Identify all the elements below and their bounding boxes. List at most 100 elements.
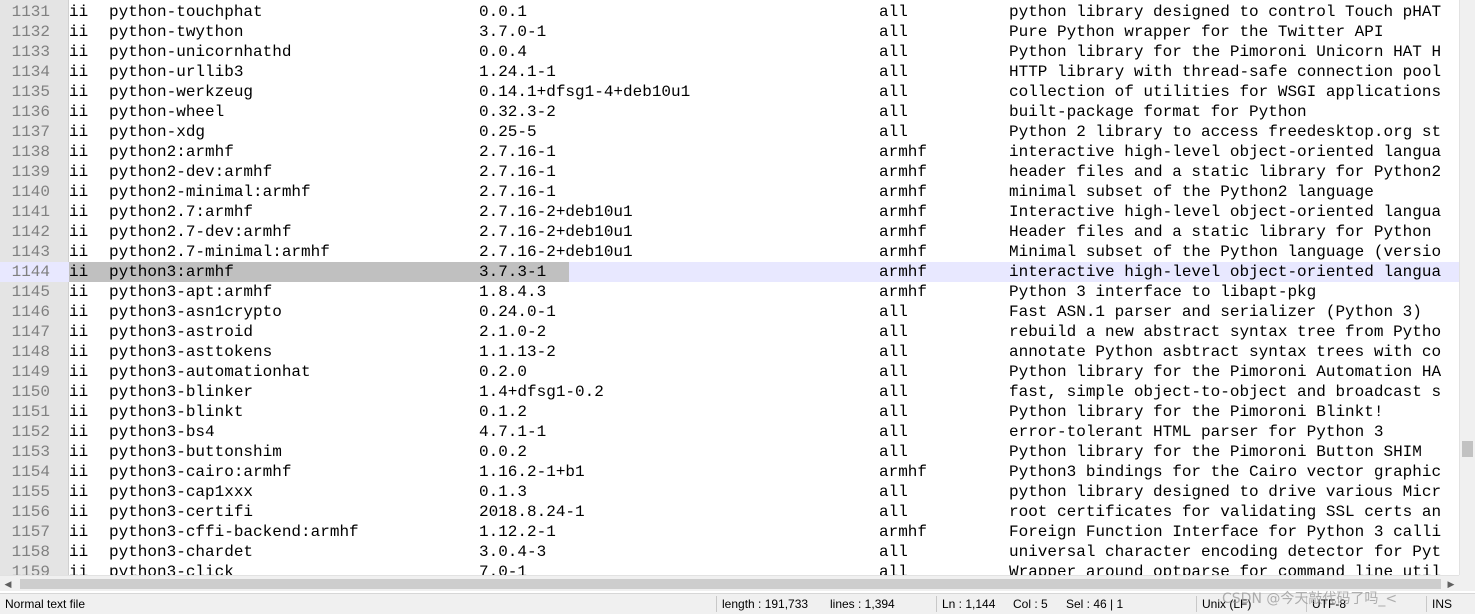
package-status: ii <box>69 283 89 301</box>
package-arch: all <box>879 383 908 401</box>
text-line[interactable]: 1148 ii python3-asttokens 1.1.13-2 all annota… <box>0 342 1460 362</box>
package-arch: armhf <box>879 143 928 161</box>
package-version: 0.32.3-2 <box>479 103 556 121</box>
text-line[interactable]: 1133 ii python-unicornhathd 0.0.4 all Python … <box>0 42 1460 62</box>
package-description: Interactive high-level object-oriented l… <box>1009 203 1442 221</box>
package-status: ii <box>69 3 89 21</box>
package-description: Foreign Function Interface for Python 3 … <box>1009 523 1442 541</box>
package-description: fast, simple object-to-object and broadc… <box>1009 383 1442 401</box>
package-arch: all <box>879 43 908 61</box>
package-status: ii <box>69 263 89 281</box>
text-line[interactable]: 1156 ii python3-certifi 2018.8.24-1 all root … <box>0 502 1460 522</box>
package-description: error-tolerant HTML parser for Python 3 <box>1009 423 1384 441</box>
package-arch: armhf <box>879 263 928 281</box>
package-arch: armhf <box>879 463 928 481</box>
package-name: python2.7-minimal:armhf <box>109 243 330 261</box>
package-status: ii <box>69 463 89 481</box>
package-arch: armhf <box>879 283 928 301</box>
package-version: 0.0.1 <box>479 3 528 21</box>
text-line[interactable]: 1140 ii python2-minimal:armhf 2.7.16-1 armhf… <box>0 182 1460 202</box>
package-description: interactive high-level object-oriented l… <box>1009 143 1442 161</box>
text-line[interactable]: 1159 ii python3-click 7.0-1 all Wrapper aroun… <box>0 562 1460 575</box>
package-description: Wrapper around optparse for command line… <box>1009 563 1442 575</box>
package-description: Python 3 interface to libapt-pkg <box>1009 283 1317 301</box>
package-status: ii <box>69 103 89 121</box>
package-name: python3-cairo:armhf <box>109 463 292 481</box>
package-arch: all <box>879 363 908 381</box>
line-number: 1141 <box>11 203 50 221</box>
status-insert-mode[interactable]: INS <box>1432 594 1452 614</box>
text-line[interactable]: 1149 ii python3-automationhat 0.2.0 all Pytho… <box>0 362 1460 382</box>
vertical-scrollbar[interactable] <box>1459 0 1475 575</box>
text-line[interactable]: 1158 ii python3-chardet 3.0.4-3 all universal… <box>0 542 1460 562</box>
package-arch: all <box>879 563 908 575</box>
package-status: ii <box>69 243 89 261</box>
text-line[interactable]: 1137 ii python-xdg 0.25-5 all Python 2 librar… <box>0 122 1460 142</box>
status-lines: lines : 1,394 <box>830 597 895 611</box>
package-name: python-xdg <box>109 123 206 141</box>
text-line[interactable]: 1155 ii python3-cap1xxx 0.1.3 all python libr… <box>0 482 1460 502</box>
text-line[interactable]: 1143 ii python2.7-minimal:armhf 2.7.16-2+de… <box>0 242 1460 262</box>
package-version: 0.0.2 <box>479 443 528 461</box>
package-status: ii <box>69 23 89 41</box>
line-number: 1143 <box>11 243 50 261</box>
package-status: ii <box>69 83 89 101</box>
line-number: 1142 <box>11 223 50 241</box>
package-name: python3-bs4 <box>109 423 215 441</box>
package-description: Python library for the Pimoroni Unicorn … <box>1009 43 1442 61</box>
line-number: 1155 <box>11 483 50 501</box>
package-name: python3-asttokens <box>109 343 273 361</box>
line-number: 1134 <box>11 63 50 81</box>
editor-content[interactable]: 1131 ii python-touchphat 0.0.1 all python lib… <box>0 2 1460 575</box>
text-line[interactable]: 1151 ii python3-blinkt 0.1.2 all Python libra… <box>0 402 1460 422</box>
text-line[interactable]: 1146 ii python3-asn1crypto 0.24.0-1 all Fast … <box>0 302 1460 322</box>
line-number: 1147 <box>11 323 50 341</box>
text-line[interactable]: 1153 ii python3-buttonshim 0.0.2 all Python l… <box>0 442 1460 462</box>
text-line[interactable]: 1154 ii python3-cairo:armhf 1.16.2-1+b1 armh… <box>0 462 1460 482</box>
text-line[interactable]: 1134 ii python-urllib3 1.24.1-1 all HTTP libr… <box>0 62 1460 82</box>
package-name: python3-blinkt <box>109 403 244 421</box>
package-status: ii <box>69 483 89 501</box>
text-line[interactable]: 1131 ii python-touchphat 0.0.1 all python lib… <box>0 2 1460 22</box>
text-line[interactable]: 1150 ii python3-blinker 1.4+dfsg1-0.2 all fas… <box>0 382 1460 402</box>
package-description: Fast ASN.1 parser and serializer (Python… <box>1009 303 1422 321</box>
scroll-left-icon[interactable]: ◀ <box>0 576 16 592</box>
vertical-scroll-thumb[interactable] <box>1462 441 1473 457</box>
package-status: ii <box>69 123 89 141</box>
package-description: universal character encoding detector fo… <box>1009 543 1442 561</box>
package-version: 7.0-1 <box>479 563 528 575</box>
package-description: python library designed to control Touch… <box>1009 3 1442 21</box>
text-line[interactable]: 1145 ii python3-apt:armhf 1.8.4.3 armhf Pytho… <box>0 282 1460 302</box>
package-description: built-package format for Python <box>1009 103 1307 121</box>
package-name: python2-dev:armhf <box>109 163 273 181</box>
scroll-right-icon[interactable]: ▶ <box>1443 576 1459 592</box>
package-arch: all <box>879 303 908 321</box>
text-line[interactable]: 1139 ii python2-dev:armhf 2.7.16-1 armhf head… <box>0 162 1460 182</box>
text-line[interactable]: 1142 ii python2.7-dev:armhf 2.7.16-2+deb10u… <box>0 222 1460 242</box>
text-line[interactable]: 1138 ii python2:armhf 2.7.16-1 armhf interact… <box>0 142 1460 162</box>
text-line[interactable]: 1157 ii python3-cffi-backend:armhf 1.12.2-1… <box>0 522 1460 542</box>
text-line[interactable]: 1152 ii python3-bs4 4.7.1-1 all error-toleran… <box>0 422 1460 442</box>
status-length: length : 191,733 <box>722 597 809 611</box>
text-line[interactable]: 1136 ii python-wheel 0.32.3-2 all built-packa… <box>0 102 1460 122</box>
package-description: root certificates for validating SSL cer… <box>1009 503 1442 521</box>
package-arch: all <box>879 3 908 21</box>
scrollbar-corner <box>1459 575 1475 591</box>
text-line[interactable]: 1135 ii python-werkzeug 0.14.1+dfsg1-4+deb1… <box>0 82 1460 102</box>
text-line[interactable]: 1141 ii python2.7:armhf 2.7.16-2+deb10u1 arm… <box>0 202 1460 222</box>
line-number: 1138 <box>11 143 50 161</box>
package-status: ii <box>69 183 89 201</box>
text-line[interactable]: 1147 ii python3-astroid 2.1.0-2 all rebuild a… <box>0 322 1460 342</box>
text-line[interactable]: 1144 ii python3:armhf 3.7.3-1 armhf interacti… <box>0 262 1460 282</box>
text-line[interactable]: 1132 ii python-twython 3.7.0-1 all Pure Pytho… <box>0 22 1460 42</box>
status-column: Col : 5 <box>1013 597 1048 611</box>
package-status: ii <box>69 223 89 241</box>
package-status: ii <box>69 303 89 321</box>
package-arch: armhf <box>879 163 928 181</box>
package-name: python-urllib3 <box>109 63 244 81</box>
line-number: 1151 <box>11 403 50 421</box>
package-description: annotate Python asbtract syntax trees wi… <box>1009 343 1442 361</box>
package-status: ii <box>69 63 89 81</box>
text-editor[interactable]: 1131 ii python-touchphat 0.0.1 all python lib… <box>0 0 1475 575</box>
package-arch: armhf <box>879 523 928 541</box>
